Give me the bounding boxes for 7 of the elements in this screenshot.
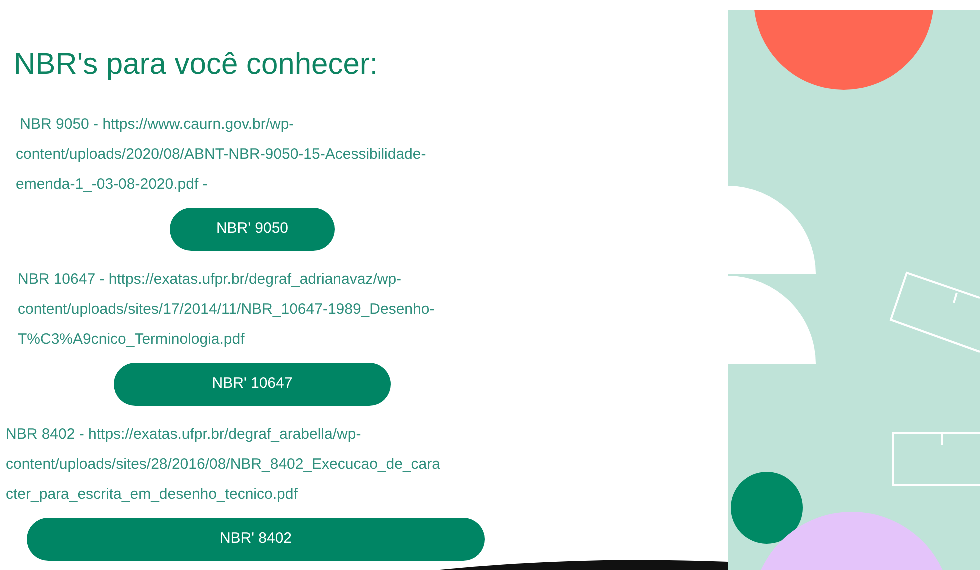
nbr-button[interactable]: NBR' 9050: [170, 208, 335, 251]
reference-text: NBR 10647 - https://exatas.ufpr.br/degraf_adrianavaz/wp- content/uploads/sites/17/2014/11/NBR_10647-1989_Desenho- T%C3%A9cnico_Terminologia.pdf: [17, 270, 435, 350]
nbr-button[interactable]: NBR' 10647: [114, 363, 391, 406]
reference-text: NBR 8402 - https://exatas.ufpr.br/degraf_arabella/wp- content/uploads/sites/28/2016/08/NBR_8402_Execucao_de_cara cter_para_escrita_em_desenho_tecnico.pdf: [5, 425, 440, 505]
page-heading: NBR's para você conhecer:: [14, 47, 378, 83]
nbr-button[interactable]: NBR' 8402: [27, 518, 485, 561]
reference-text: NBR 9050 - https://www.caurn.gov.br/wp- content/uploads/2020/08/ABNT-NBR-9050-15-Acessibilidade- emenda-1_-03-08-2020.pdf -: [15, 115, 426, 195]
